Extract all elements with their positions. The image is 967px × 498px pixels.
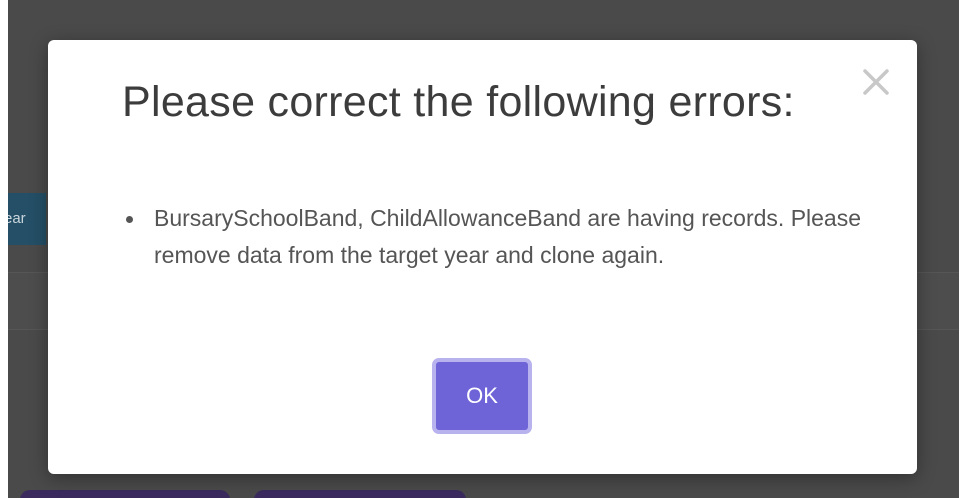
screen: ear Please correct the following errors:… <box>0 0 967 498</box>
error-list: BursarySchoolBand, ChildAllowanceBand ar… <box>120 200 914 274</box>
error-dialog: Please correct the following errors: Bur… <box>48 40 917 474</box>
window-edge <box>959 0 967 498</box>
error-item: BursarySchoolBand, ChildAllowanceBand ar… <box>126 200 914 274</box>
background-button <box>254 490 466 498</box>
dialog-title: Please correct the following errors: <box>122 78 795 126</box>
window-edge <box>0 0 8 498</box>
close-button[interactable] <box>856 62 896 102</box>
close-icon <box>863 69 889 95</box>
ok-button[interactable]: OK <box>432 358 532 434</box>
background-button <box>20 490 230 498</box>
error-message: BursarySchoolBand, ChildAllowanceBand ar… <box>154 205 862 268</box>
bullet-icon <box>126 216 133 223</box>
